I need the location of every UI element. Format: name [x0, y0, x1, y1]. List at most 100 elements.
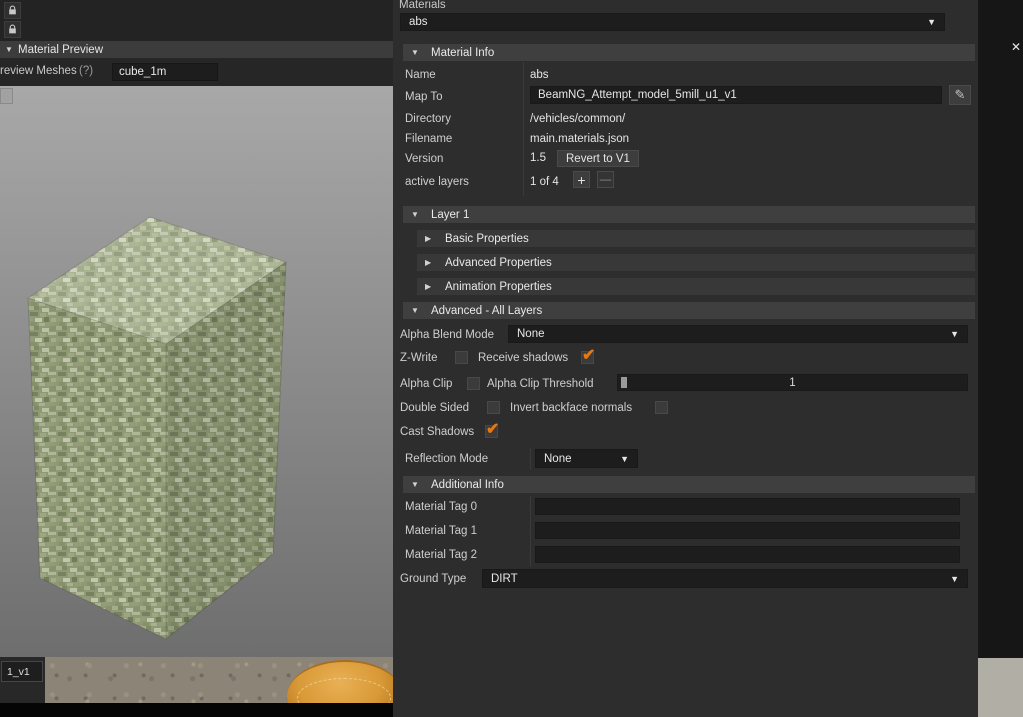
animation-properties-title: Animation Properties [445, 280, 552, 293]
map-picker-button[interactable]: ✎ [949, 85, 971, 105]
filename-label: Filename [405, 133, 453, 145]
material-tag0-input[interactable] [535, 498, 960, 515]
materials-label: Materials [399, 0, 446, 11]
materials-dropdown[interactable]: abs ▼ [400, 13, 945, 31]
collapse-triangle-icon: ▼ [411, 210, 419, 219]
scene-left-panel: 1_v1 [0, 657, 45, 703]
z-write-label: Z-Write [400, 352, 438, 364]
invert-backface-checkbox[interactable] [655, 401, 668, 414]
slider-handle[interactable] [621, 377, 627, 388]
name-label: Name [405, 69, 436, 81]
remove-layer-button[interactable]: — [597, 171, 614, 188]
preview-meshes-row: review Meshes (?) cube_1m [0, 58, 393, 86]
receive-shadows-label: Receive shadows [478, 352, 569, 364]
materials-selected-value: abs [409, 16, 428, 28]
ground-type-dropdown[interactable]: DIRT ▼ [482, 569, 968, 588]
alpha-blend-label: Alpha Blend Mode [400, 329, 494, 341]
preview-meshes-label: review Meshes [0, 65, 77, 77]
material-tag1-input[interactable] [535, 522, 960, 539]
filename-value: main.materials.json [530, 133, 630, 145]
expand-triangle-icon: ▶ [425, 282, 432, 291]
dropdown-arrow-icon: ▼ [950, 329, 959, 339]
preview-mesh-value: cube_1m [119, 66, 167, 78]
collapse-triangle-icon: ▼ [5, 45, 13, 54]
material-editor-panel: Materials abs ▼ ▼ Material Info Name abs… [393, 0, 978, 717]
revert-button[interactable]: Revert to V1 [557, 150, 639, 167]
expand-triangle-icon: ▶ [425, 234, 432, 243]
reflection-mode-label: Reflection Mode [405, 453, 489, 465]
additional-info-header[interactable]: ▼ Additional Info [403, 476, 975, 493]
alpha-blend-value: None [517, 328, 545, 340]
bowl-rim-detail [297, 678, 391, 703]
revert-button-label: Revert to V1 [566, 152, 630, 165]
check-icon: ✔ [486, 421, 500, 438]
plus-icon: + [577, 171, 586, 188]
version-value: 1.5 [530, 152, 546, 164]
z-write-checkbox[interactable] [455, 351, 468, 364]
lock-alt-button[interactable] [4, 21, 21, 38]
advanced-properties-header[interactable]: ▶ Advanced Properties [417, 254, 975, 271]
double-sided-label: Double Sided [400, 402, 470, 414]
close-icon[interactable]: ✕ [1011, 40, 1021, 54]
preview-viewport[interactable] [0, 86, 393, 657]
viewport-tool-chip[interactable] [0, 88, 13, 104]
layer1-header[interactable]: ▼ Layer 1 [403, 206, 975, 223]
advanced-properties-title: Advanced Properties [445, 256, 552, 269]
ground-type-label: Ground Type [400, 573, 467, 585]
alpha-clip-threshold-label: Alpha Clip Threshold [487, 378, 594, 390]
ground-type-value: DIRT [491, 572, 518, 585]
mapto-field[interactable]: BeamNG_Attempt_model_5mill_u1_v1 [530, 86, 942, 104]
dropdown-arrow-icon: ▼ [927, 17, 936, 27]
reflection-mode-dropdown[interactable]: None ▼ [535, 449, 638, 468]
animation-properties-header[interactable]: ▶ Animation Properties [417, 278, 975, 295]
slider-value: 1 [789, 376, 796, 389]
right-strip: ✕ [978, 0, 1023, 717]
left-toolbar [0, 0, 393, 41]
minus-icon: — [599, 173, 612, 186]
add-layer-button[interactable]: + [573, 171, 590, 188]
name-value: abs [530, 69, 549, 81]
scene-background [0, 657, 393, 703]
additional-info-title: Additional Info [431, 478, 504, 491]
layer1-title: Layer 1 [431, 208, 470, 221]
basic-properties-title: Basic Properties [445, 232, 529, 245]
preview-mesh-select[interactable]: cube_1m [112, 63, 218, 81]
active-layers-value: 1 of 4 [530, 176, 559, 188]
check-icon: ✔ [582, 347, 596, 364]
help-icon[interactable]: (?) [79, 65, 93, 77]
lock-icon [9, 24, 16, 34]
basic-properties-header[interactable]: ▶ Basic Properties [417, 230, 975, 247]
material-tag1-label: Material Tag 1 [405, 525, 478, 537]
mapto-label: Map To [405, 91, 443, 103]
scene-tab[interactable]: 1_v1 [1, 661, 43, 682]
cast-shadows-checkbox[interactable]: ✔ [485, 421, 499, 438]
directory-value: /vehicles/common/ [530, 113, 626, 125]
lock-icon [9, 5, 16, 15]
material-tag2-input[interactable] [535, 546, 960, 563]
material-tag0-label: Material Tag 0 [405, 501, 478, 513]
material-tag2-label: Material Tag 2 [405, 549, 478, 561]
alpha-clip-checkbox[interactable] [467, 377, 480, 390]
lock-button[interactable] [4, 2, 21, 19]
material-info-title: Material Info [431, 46, 495, 59]
reflection-divider [530, 448, 531, 470]
version-label: Version [405, 153, 444, 165]
tags-divider [530, 496, 531, 566]
reflection-mode-value: None [544, 452, 572, 465]
receive-shadows-checkbox[interactable]: ✔ [581, 347, 595, 364]
material-info-header[interactable]: ▼ Material Info [403, 44, 975, 61]
double-sided-checkbox[interactable] [487, 401, 500, 414]
directory-label: Directory [405, 113, 452, 125]
invert-backface-label: Invert backface normals [510, 402, 633, 414]
preview-cube [27, 216, 288, 640]
scene-tab-label: 1_v1 [7, 665, 30, 678]
collapse-triangle-icon: ▼ [411, 306, 419, 315]
cast-shadows-label: Cast Shadows [400, 426, 475, 438]
alpha-blend-dropdown[interactable]: None ▼ [508, 325, 968, 343]
advanced-all-layers-header[interactable]: ▼ Advanced - All Layers [403, 302, 975, 319]
alpha-clip-threshold-slider[interactable]: 1 [617, 374, 968, 391]
alpha-clip-label: Alpha Clip [400, 378, 453, 390]
material-preview-header[interactable]: ▼ Material Preview [0, 41, 393, 58]
collapse-triangle-icon: ▼ [411, 48, 419, 57]
material-preview-title: Material Preview [18, 43, 103, 56]
